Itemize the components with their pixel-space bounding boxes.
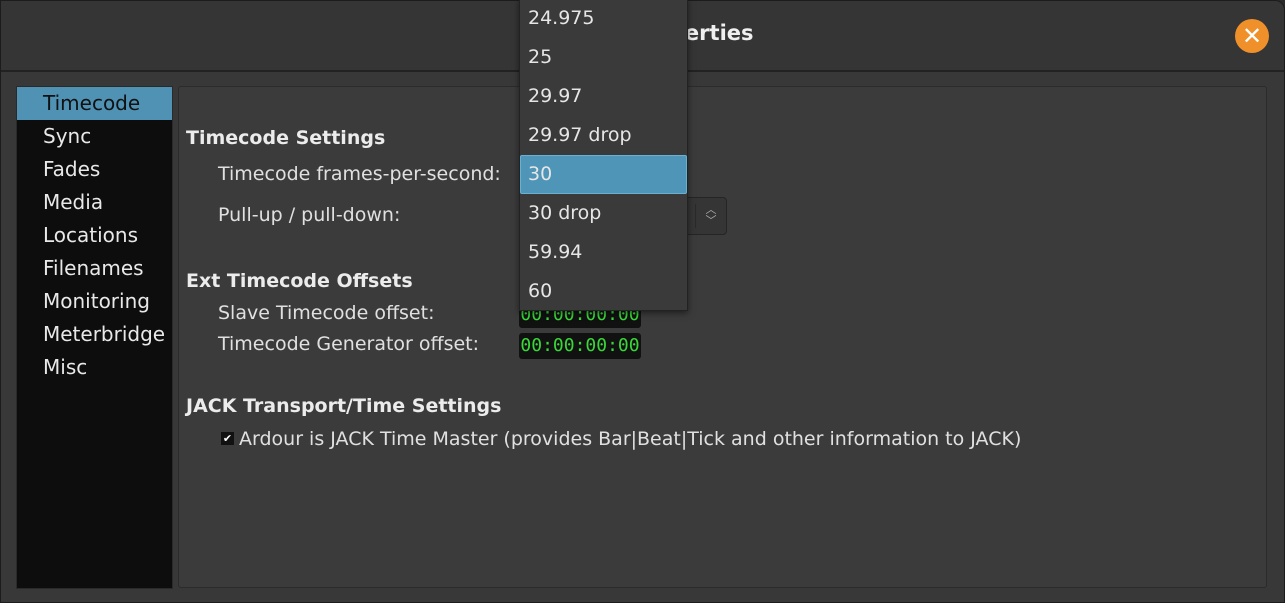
ext-timecode-offsets-heading: Ext Timecode Offsets bbox=[186, 270, 413, 292]
sidebar-item-filenames[interactable]: Filenames bbox=[17, 252, 172, 285]
slave-offset-label: Slave Timecode offset: bbox=[218, 302, 435, 324]
fps-option[interactable]: 29.97 bbox=[520, 77, 687, 116]
sidebar-item-timecode[interactable]: Timecode bbox=[17, 87, 172, 120]
close-icon[interactable]: ✕ bbox=[1235, 19, 1269, 53]
sidebar-item-monitoring[interactable]: Monitoring bbox=[17, 285, 172, 318]
generator-offset-clock[interactable]: 00:00:00:00 bbox=[519, 333, 641, 359]
fps-option[interactable]: 60 bbox=[520, 272, 687, 311]
sidebar-item-locations[interactable]: Locations bbox=[17, 219, 172, 252]
fps-label: Timecode frames-per-second: bbox=[218, 163, 501, 185]
fps-dropdown-menu: 24.975 25 29.97 29.97 drop 30 30 drop 59… bbox=[519, 0, 688, 311]
generator-offset-label: Timecode Generator offset: bbox=[218, 333, 480, 355]
timecode-settings-heading: Timecode Settings bbox=[186, 127, 386, 149]
fps-option[interactable]: 25 bbox=[520, 38, 687, 77]
sidebar-item-fades[interactable]: Fades bbox=[17, 153, 172, 186]
fps-option[interactable]: 30 drop bbox=[520, 194, 687, 233]
sidebar: Timecode Sync Fades Media Locations File… bbox=[16, 86, 173, 589]
fps-option-selected[interactable]: 30 bbox=[520, 155, 687, 194]
sidebar-item-sync[interactable]: Sync bbox=[17, 120, 172, 153]
jack-master-checkbox[interactable]: ✔ bbox=[221, 432, 234, 445]
fps-option[interactable]: 24.975 bbox=[520, 0, 687, 38]
sidebar-item-misc[interactable]: Misc bbox=[17, 351, 172, 384]
pull-label: Pull-up / pull-down: bbox=[218, 204, 401, 226]
jack-settings-heading: JACK Transport/Time Settings bbox=[186, 395, 502, 417]
jack-master-label[interactable]: Ardour is JACK Time Master (provides Bar… bbox=[239, 428, 1021, 450]
sidebar-item-meterbridge[interactable]: Meterbridge bbox=[17, 318, 172, 351]
fps-option[interactable]: 59.94 bbox=[520, 233, 687, 272]
fps-option[interactable]: 29.97 drop bbox=[520, 116, 687, 155]
sidebar-item-media[interactable]: Media bbox=[17, 186, 172, 219]
chevron-up-down-icon: ︿ ﹀ bbox=[695, 204, 726, 228]
